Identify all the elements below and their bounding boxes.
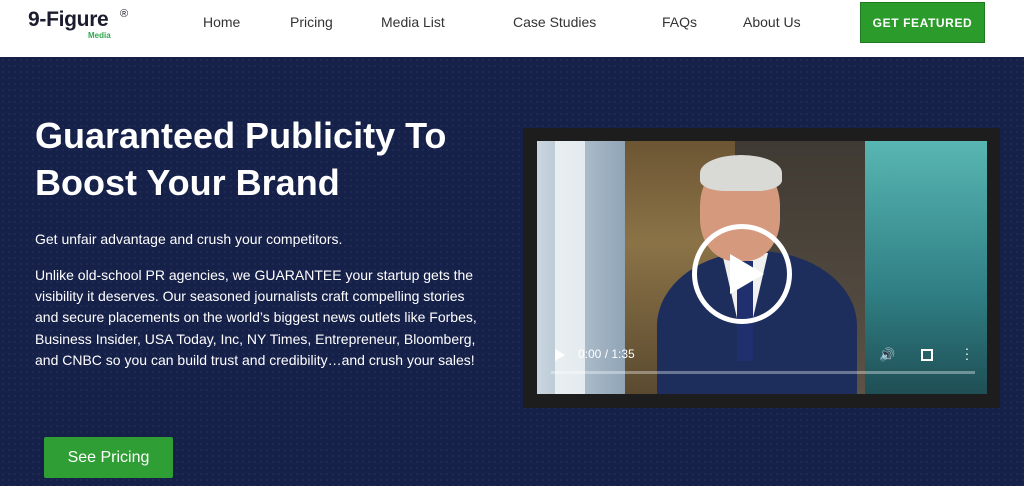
volume-icon[interactable]: 🔊 <box>879 347 895 363</box>
big-play-icon[interactable] <box>730 254 764 294</box>
nav-faqs[interactable]: FAQs <box>662 14 697 30</box>
hero-section: Guaranteed Publicity To Boost Your Brand… <box>0 57 1024 486</box>
video-player: 0:00 / 1:35 🔊 · · · <box>523 128 1000 408</box>
nav-about-us[interactable]: About Us <box>743 14 801 30</box>
hero-title-line-1: Guaranteed Publicity To <box>35 115 447 156</box>
nav-media-list[interactable]: Media List <box>381 14 445 30</box>
nav-home[interactable]: Home <box>203 14 240 30</box>
see-pricing-button[interactable]: See Pricing <box>44 437 173 478</box>
nav-pricing[interactable]: Pricing <box>290 14 333 30</box>
site-header: 9-Figure ® Media Home Pricing Media List… <box>0 0 1024 57</box>
video-screen[interactable]: 0:00 / 1:35 🔊 · · · <box>537 141 987 394</box>
play-icon[interactable] <box>555 349 565 361</box>
hero-description: Unlike old-school PR agencies, we GUARAN… <box>35 267 477 368</box>
logo[interactable]: 9-Figure ® Media <box>28 8 138 40</box>
nav-case-studies[interactable]: Case Studies <box>513 14 596 30</box>
presenter-hair <box>700 155 782 191</box>
hero-tagline: Get unfair advantage and crush your comp… <box>35 231 343 247</box>
fullscreen-icon[interactable] <box>921 349 933 361</box>
logo-registered-mark: ® <box>120 8 129 20</box>
logo-text: 9-Figure <box>28 8 109 31</box>
video-progress-bar[interactable] <box>551 371 975 374</box>
get-featured-button[interactable]: GET FEATURED <box>860 2 985 43</box>
logo-subtext: Media <box>88 31 111 40</box>
more-vertical-icon[interactable]: · · · <box>964 341 970 365</box>
hero-title: Guaranteed Publicity To Boost Your Brand <box>35 112 505 206</box>
video-time: 0:00 / 1:35 <box>578 347 635 361</box>
hero-title-line-2: Boost Your Brand <box>35 162 340 203</box>
